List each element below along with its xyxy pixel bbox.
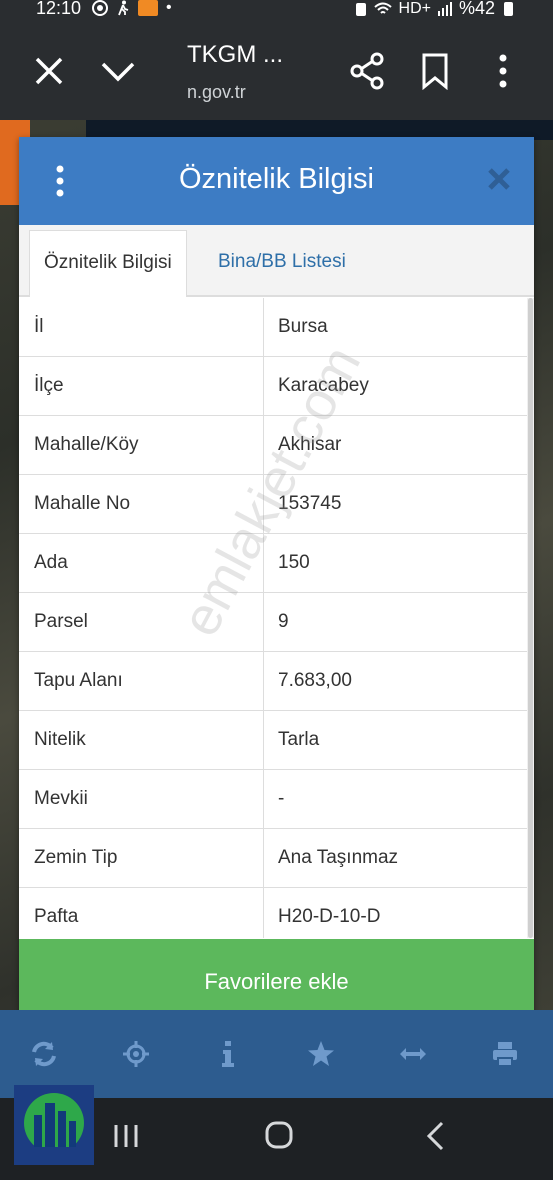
row-value: 153745 [278,493,342,514]
row-value: 9 [278,611,289,632]
row-value: Karacabey [278,375,369,396]
row-value: Tarla [278,729,320,750]
share-icon[interactable] [350,52,384,90]
dialog-header: Öznitelik Bilgisi [19,137,534,225]
tab-building-list[interactable]: Bina/BB Listesi [204,230,360,297]
row-key: İl [34,316,44,337]
table-scrollbar[interactable] [527,298,534,938]
table-row: Ada 150 [19,534,527,593]
alarm-icon [355,2,366,16]
refresh-icon[interactable] [30,1040,58,1068]
column-divider [263,298,264,938]
table-row: İl Bursa [19,298,527,357]
network-type: HD+ [398,0,431,17]
row-key: Zemin Tip [34,847,118,868]
scroll-thumb[interactable] [528,298,533,938]
bookmark-icon[interactable] [420,52,450,90]
more-options-icon[interactable] [496,52,510,90]
chevron-down-icon[interactable] [100,56,136,86]
print-icon[interactable] [491,1040,519,1068]
row-key: Ada [34,552,68,573]
browser-toolbar: TKGM ... n.gov.tr [0,20,553,120]
signal-icon [437,1,452,16]
walking-icon [118,0,129,16]
dot-icon: • [166,0,172,16]
row-key: Nitelik [34,729,86,750]
status-bar: 12:10 • HD+ %42 [0,0,553,20]
row-key: Mahalle No [34,493,131,514]
table-row: Mahalle No 153745 [19,475,527,534]
wifi-icon [373,2,392,14]
row-value: 150 [278,552,310,573]
row-value: Ana Taşınmaz [278,847,399,868]
page-title: TKGM ... [187,41,283,68]
battery-icon [504,1,513,16]
row-value: 7.683,00 [278,670,352,691]
brand-logo [14,1085,94,1165]
status-left-icons: • [92,0,172,17]
page-url[interactable]: n.gov.tr [187,82,246,103]
status-time: 12:10 [36,0,82,18]
info-icon[interactable] [214,1040,242,1068]
chrome-icon [92,0,108,16]
locate-icon[interactable] [122,1040,150,1068]
row-value: H20-D-10-D [278,906,381,927]
home-icon[interactable] [264,1120,294,1150]
dialog-title: Öznitelik Bilgisi [179,163,374,195]
status-right-icons: HD+ %42 [355,0,513,19]
row-key: Parsel [34,611,88,632]
recent-apps-icon[interactable] [112,1122,140,1150]
close-tab-icon[interactable] [34,56,64,86]
row-value: Akhisar [278,434,342,455]
table-row: Tapu Alanı 7.683,00 [19,652,527,711]
tab-attribute-info[interactable]: Öznitelik Bilgisi [29,230,187,297]
back-icon[interactable] [424,1120,446,1152]
table-row: Mahalle/Köy Akhisar [19,416,527,475]
battery-level: %42 [458,0,495,18]
app-notification-icon [138,0,158,16]
star-icon[interactable] [307,1040,335,1068]
row-value: Bursa [278,316,328,337]
table-row: İlçe Karacabey [19,357,527,416]
row-key: İlçe [34,375,64,396]
table-row: Mevkii - [19,770,527,829]
table-row: Parsel 9 [19,593,527,652]
close-icon[interactable] [487,167,511,191]
row-key: Tapu Alanı [34,670,123,691]
row-key: Pafta [34,906,79,927]
tab-bar: Öznitelik Bilgisi Bina/BB Listesi [19,225,534,297]
table-row: Pafta H20-D-10-D [19,888,527,938]
row-key: Mahalle/Köy [34,434,139,455]
measure-icon[interactable] [399,1040,427,1068]
table-row: Nitelik Tarla [19,711,527,770]
row-key: Mevkii [34,788,88,809]
row-value: - [278,788,285,809]
attribute-table: İl Bursa İlçe Karacabey Mahalle/Köy Akhisar… [19,298,527,938]
table-row: Zemin Tip Ana Taşınmaz [19,829,527,888]
attribute-dialog: Öznitelik Bilgisi Öznitelik Bilgisi Bina… [19,137,534,1025]
